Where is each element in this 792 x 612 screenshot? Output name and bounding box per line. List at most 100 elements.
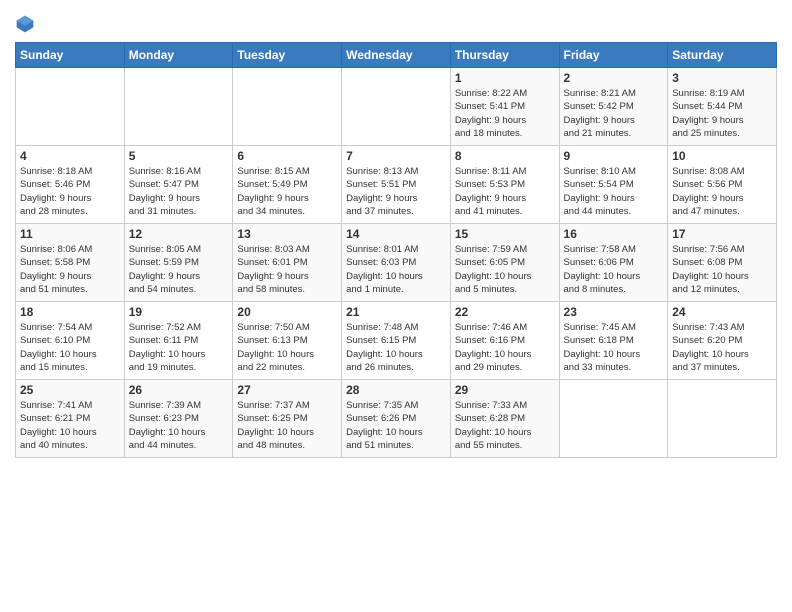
day-info: Sunrise: 8:16 AM Sunset: 5:47 PM Dayligh… — [129, 165, 229, 218]
page-container: SundayMondayTuesdayWednesdayThursdayFrid… — [0, 0, 792, 468]
calendar-table: SundayMondayTuesdayWednesdayThursdayFrid… — [15, 42, 777, 458]
calendar-cell — [233, 68, 342, 146]
day-info: Sunrise: 7:39 AM Sunset: 6:23 PM Dayligh… — [129, 399, 229, 452]
calendar-cell: 24 Sunrise: 7:43 AM Sunset: 6:20 PM Dayli… — [668, 302, 777, 380]
header — [15, 10, 777, 34]
header-monday: Monday — [124, 43, 233, 68]
day-number: 16 — [564, 227, 664, 241]
day-number: 12 — [129, 227, 229, 241]
calendar-cell: 15Sunrise: 7:59 AM Sunset: 6:05 PM Dayli… — [450, 224, 559, 302]
calendar-cell: 23Sunrise: 7:45 AM Sunset: 6:18 PM Dayli… — [559, 302, 668, 380]
day-info: Sunrise: 7:58 AM Sunset: 6:06 PM Dayligh… — [564, 243, 664, 296]
calendar-cell: 6 Sunrise: 8:15 AM Sunset: 5:49 PM Daylig… — [233, 146, 342, 224]
day-info: Sunrise: 7:59 AM Sunset: 6:05 PM Dayligh… — [455, 243, 555, 296]
day-number: 18 — [20, 305, 120, 319]
day-number: 4 — [20, 149, 120, 163]
day-number: 29 — [455, 383, 555, 397]
day-number: 25 — [20, 383, 120, 397]
day-number: 19 — [129, 305, 229, 319]
calendar-cell: 21 Sunrise: 7:48 AM Sunset: 6:15 PM Dayli… — [342, 302, 451, 380]
calendar-cell — [559, 380, 668, 458]
calendar-cell: 8 Sunrise: 8:11 AM Sunset: 5:53 PM Daylig… — [450, 146, 559, 224]
day-info: Sunrise: 8:05 AM Sunset: 5:59 PM Dayligh… — [129, 243, 229, 296]
day-number: 2 — [564, 71, 664, 85]
logo-icon — [15, 14, 35, 34]
calendar-cell: 26 Sunrise: 7:39 AM Sunset: 6:23 PM Dayli… — [124, 380, 233, 458]
day-number: 8 — [455, 149, 555, 163]
calendar-cell: 3Sunrise: 8:19 AM Sunset: 5:44 PM Daylig… — [668, 68, 777, 146]
calendar-cell: 22 Sunrise: 7:46 AM Sunset: 6:16 PM Dayli… — [450, 302, 559, 380]
logo — [15, 14, 39, 34]
calendar-cell — [342, 68, 451, 146]
day-number: 20 — [237, 305, 337, 319]
week-row-3: 18 Sunrise: 7:54 AM Sunset: 6:10 PM Dayli… — [16, 302, 777, 380]
calendar-cell: 27 Sunrise: 7:37 AM Sunset: 6:25 PM Dayli… — [233, 380, 342, 458]
day-number: 3 — [672, 71, 772, 85]
calendar-cell: 7Sunrise: 8:13 AM Sunset: 5:51 PM Daylig… — [342, 146, 451, 224]
calendar-cell: 2 Sunrise: 8:21 AM Sunset: 5:42 PM Daylig… — [559, 68, 668, 146]
day-info: Sunrise: 7:33 AM Sunset: 6:28 PM Dayligh… — [455, 399, 555, 452]
day-number: 7 — [346, 149, 446, 163]
day-number: 5 — [129, 149, 229, 163]
calendar-cell: 5 Sunrise: 8:16 AM Sunset: 5:47 PM Daylig… — [124, 146, 233, 224]
header-thursday: Thursday — [450, 43, 559, 68]
header-friday: Friday — [559, 43, 668, 68]
calendar-cell: 4 Sunrise: 8:18 AM Sunset: 5:46 PM Daylig… — [16, 146, 125, 224]
calendar-cell: 14 Sunrise: 8:01 AM Sunset: 6:03 PM Dayli… — [342, 224, 451, 302]
day-number: 22 — [455, 305, 555, 319]
day-info: Sunrise: 7:50 AM Sunset: 6:13 PM Dayligh… — [237, 321, 337, 374]
calendar-cell: 16 Sunrise: 7:58 AM Sunset: 6:06 PM Dayli… — [559, 224, 668, 302]
calendar-cell: 18 Sunrise: 7:54 AM Sunset: 6:10 PM Dayli… — [16, 302, 125, 380]
day-info: Sunrise: 7:43 AM Sunset: 6:20 PM Dayligh… — [672, 321, 772, 374]
calendar-cell: 25 Sunrise: 7:41 AM Sunset: 6:21 PM Dayli… — [16, 380, 125, 458]
calendar-cell: 29 Sunrise: 7:33 AM Sunset: 6:28 PM Dayli… — [450, 380, 559, 458]
week-row-1: 4 Sunrise: 8:18 AM Sunset: 5:46 PM Daylig… — [16, 146, 777, 224]
day-number: 1 — [455, 71, 555, 85]
day-info: Sunrise: 7:54 AM Sunset: 6:10 PM Dayligh… — [20, 321, 120, 374]
calendar-cell: 11Sunrise: 8:06 AM Sunset: 5:58 PM Dayli… — [16, 224, 125, 302]
calendar-cell: 10 Sunrise: 8:08 AM Sunset: 5:56 PM Dayli… — [668, 146, 777, 224]
calendar-cell: 17Sunrise: 7:56 AM Sunset: 6:08 PM Dayli… — [668, 224, 777, 302]
calendar-cell: 12 Sunrise: 8:05 AM Sunset: 5:59 PM Dayli… — [124, 224, 233, 302]
day-number: 21 — [346, 305, 446, 319]
day-info: Sunrise: 8:15 AM Sunset: 5:49 PM Dayligh… — [237, 165, 337, 218]
day-number: 28 — [346, 383, 446, 397]
calendar-cell: 9Sunrise: 8:10 AM Sunset: 5:54 PM Daylig… — [559, 146, 668, 224]
day-info: Sunrise: 7:48 AM Sunset: 6:15 PM Dayligh… — [346, 321, 446, 374]
day-number: 24 — [672, 305, 772, 319]
header-tuesday: Tuesday — [233, 43, 342, 68]
calendar-cell: 1 Sunrise: 8:22 AM Sunset: 5:41 PM Daylig… — [450, 68, 559, 146]
day-info: Sunrise: 8:22 AM Sunset: 5:41 PM Dayligh… — [455, 87, 555, 140]
day-info: Sunrise: 8:18 AM Sunset: 5:46 PM Dayligh… — [20, 165, 120, 218]
day-info: Sunrise: 7:37 AM Sunset: 6:25 PM Dayligh… — [237, 399, 337, 452]
day-number: 10 — [672, 149, 772, 163]
day-number: 26 — [129, 383, 229, 397]
header-row: SundayMondayTuesdayWednesdayThursdayFrid… — [16, 43, 777, 68]
week-row-4: 25 Sunrise: 7:41 AM Sunset: 6:21 PM Dayli… — [16, 380, 777, 458]
header-sunday: Sunday — [16, 43, 125, 68]
week-row-0: 1 Sunrise: 8:22 AM Sunset: 5:41 PM Daylig… — [16, 68, 777, 146]
day-info: Sunrise: 8:21 AM Sunset: 5:42 PM Dayligh… — [564, 87, 664, 140]
calendar-cell — [124, 68, 233, 146]
day-info: Sunrise: 7:35 AM Sunset: 6:26 PM Dayligh… — [346, 399, 446, 452]
day-number: 23 — [564, 305, 664, 319]
day-number: 27 — [237, 383, 337, 397]
day-number: 14 — [346, 227, 446, 241]
calendar-cell: 28 Sunrise: 7:35 AM Sunset: 6:26 PM Dayli… — [342, 380, 451, 458]
day-info: Sunrise: 8:08 AM Sunset: 5:56 PM Dayligh… — [672, 165, 772, 218]
header-wednesday: Wednesday — [342, 43, 451, 68]
day-number: 13 — [237, 227, 337, 241]
calendar-cell: 20 Sunrise: 7:50 AM Sunset: 6:13 PM Dayli… — [233, 302, 342, 380]
day-info: Sunrise: 8:03 AM Sunset: 6:01 PM Dayligh… — [237, 243, 337, 296]
day-info: Sunrise: 7:41 AM Sunset: 6:21 PM Dayligh… — [20, 399, 120, 452]
day-number: 6 — [237, 149, 337, 163]
day-info: Sunrise: 8:06 AM Sunset: 5:58 PM Dayligh… — [20, 243, 120, 296]
day-info: Sunrise: 8:11 AM Sunset: 5:53 PM Dayligh… — [455, 165, 555, 218]
calendar-cell: 13 Sunrise: 8:03 AM Sunset: 6:01 PM Dayli… — [233, 224, 342, 302]
day-info: Sunrise: 8:01 AM Sunset: 6:03 PM Dayligh… — [346, 243, 446, 296]
day-number: 9 — [564, 149, 664, 163]
calendar-cell — [668, 380, 777, 458]
calendar-cell — [16, 68, 125, 146]
calendar-cell: 19Sunrise: 7:52 AM Sunset: 6:11 PM Dayli… — [124, 302, 233, 380]
day-info: Sunrise: 7:46 AM Sunset: 6:16 PM Dayligh… — [455, 321, 555, 374]
